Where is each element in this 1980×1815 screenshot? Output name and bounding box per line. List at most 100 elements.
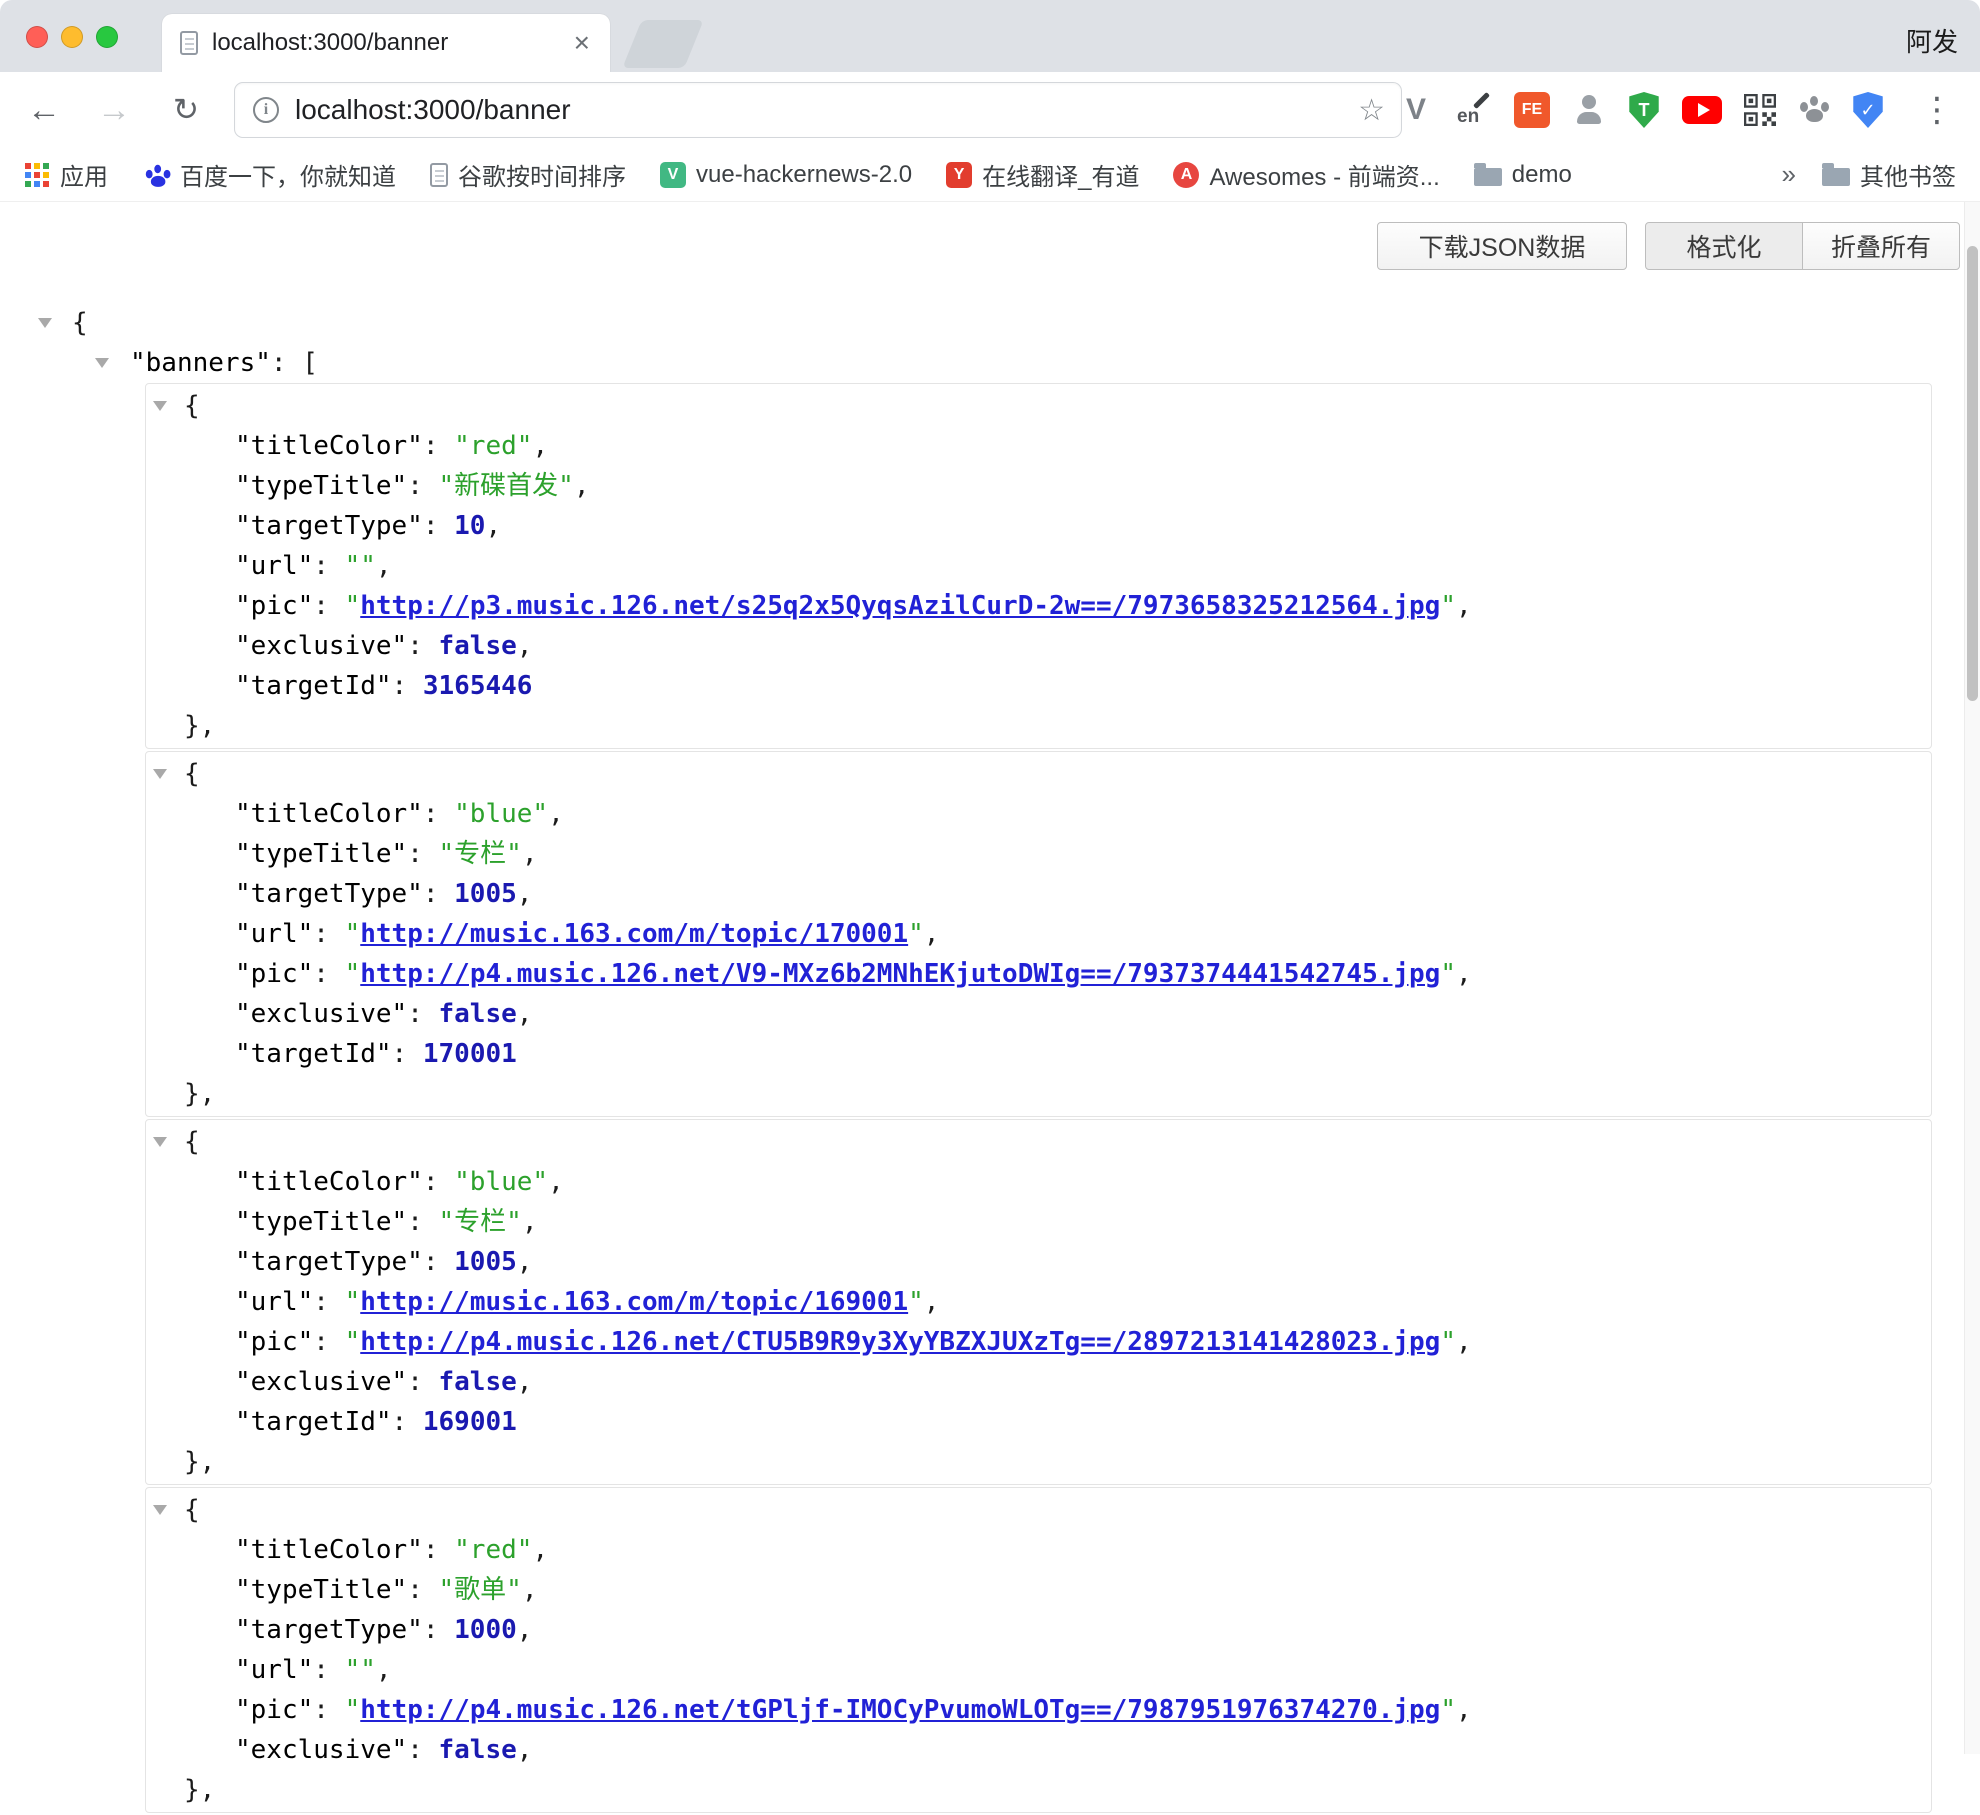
json-token: : — [407, 471, 438, 501]
bookmark-star-icon[interactable]: ☆ — [1358, 93, 1385, 128]
collapse-caret-icon[interactable] — [153, 1137, 167, 1147]
json-bool-value: false — [439, 1735, 517, 1765]
json-link-value[interactable]: http://music.163.com/m/topic/169001 — [360, 1287, 908, 1317]
json-token: , — [517, 1247, 533, 1277]
json-token: , — [517, 1735, 533, 1765]
json-token: : — [392, 1407, 423, 1437]
url-text[interactable]: localhost:3000/banner — [295, 94, 1358, 126]
json-link-value[interactable]: http://p4.music.126.net/CTU5B9R9y3XyYBZX… — [360, 1327, 1440, 1357]
json-banners-line: "banners": [ — [0, 343, 1960, 383]
back-button[interactable]: ← — [20, 72, 68, 148]
json-object-open-line: { — [146, 754, 1931, 794]
json-token: , — [376, 1655, 392, 1685]
json-property-titleColor: "titleColor": "red", — [146, 426, 1931, 466]
bookmark-awesomes[interactable]: A Awesomes - 前端资... — [1173, 157, 1439, 192]
security-shield-check-icon[interactable]: ✓ — [1852, 92, 1884, 128]
collapse-caret-icon[interactable] — [153, 401, 167, 411]
profile-name[interactable]: 阿发 — [1906, 22, 1958, 59]
json-token: : — [313, 1287, 344, 1317]
collapse-caret-icon[interactable] — [38, 318, 52, 328]
window-zoom-button[interactable] — [96, 26, 118, 48]
tab-favicon-page-icon — [180, 31, 198, 55]
json-property-targetId: "targetId": 3165446 — [146, 666, 1931, 706]
forward-button[interactable]: → — [90, 72, 138, 148]
json-link-value[interactable]: http://p4.music.126.net/V9-MXz6b2MNhEKju… — [360, 959, 1440, 989]
json-key: "titleColor" — [235, 799, 423, 829]
json-property-url: "url": "", — [146, 546, 1931, 586]
json-token: : — [407, 1367, 438, 1397]
translate-extension-icon[interactable]: en — [1456, 92, 1492, 128]
collapse-caret-icon[interactable] — [153, 769, 167, 779]
youtube-extension-icon[interactable] — [1682, 96, 1722, 124]
download-json-button[interactable]: 下载JSON数据 — [1377, 222, 1627, 270]
json-property-targetType: "targetType": 1005, — [146, 874, 1931, 914]
format-button[interactable]: 格式化 — [1645, 222, 1803, 270]
json-property-typeTitle: "typeTitle": "新碟首发", — [146, 466, 1931, 506]
json-token: " — [345, 919, 361, 949]
json-token: : — [407, 1207, 438, 1237]
bookmark-baidu[interactable]: 百度一下，你就知道 — [142, 157, 396, 192]
bookmarks-overflow-chevron-icon[interactable]: » — [1782, 159, 1796, 190]
address-bar[interactable]: localhost:3000/banner ☆ — [234, 82, 1402, 138]
bookmark-apps[interactable]: 应用 — [24, 157, 108, 192]
json-token: , — [532, 431, 548, 461]
window-minimize-button[interactable] — [61, 26, 83, 48]
json-string-value: "blue" — [454, 799, 548, 829]
bookmark-label: 谷歌按时间排序 — [458, 157, 626, 192]
json-property-url: "url": "http://music.163.com/m/topic/170… — [146, 914, 1931, 954]
collapse-caret-icon[interactable] — [153, 1505, 167, 1515]
new-tab-button[interactable] — [622, 20, 703, 68]
json-property-pic: "pic": "http://p4.music.126.net/tGPljf-I… — [146, 1690, 1931, 1730]
bookmark-google-sort[interactable]: 谷歌按时间排序 — [430, 157, 626, 192]
json-link-value[interactable]: http://p3.music.126.net/s25q2x5QyqsAzilC… — [360, 591, 1440, 621]
json-key: "pic" — [235, 959, 313, 989]
browser-toolbar: ← → ↻ localhost:3000/banner ☆ V en FE T … — [0, 72, 1980, 148]
json-link-value[interactable]: http://p4.music.126.net/tGPljf-IMOCyPvum… — [360, 1695, 1440, 1725]
json-number-value: 1005 — [454, 1247, 517, 1277]
bookmark-label: 应用 — [60, 157, 108, 192]
json-key: "url" — [235, 919, 313, 949]
page-info-icon[interactable] — [253, 97, 279, 123]
json-number-value: 3165446 — [423, 671, 533, 701]
reload-button[interactable]: ↻ — [162, 72, 210, 148]
browser-menu-icon[interactable]: ⋮ — [1920, 72, 1954, 148]
fe-extension-icon[interactable]: FE — [1514, 92, 1550, 128]
json-token: , — [485, 511, 501, 541]
json-token: : — [423, 1615, 454, 1645]
scrollbar[interactable] — [1964, 202, 1980, 1754]
window-close-button[interactable] — [26, 26, 48, 48]
json-link-value[interactable]: http://music.163.com/m/topic/170001 — [360, 919, 908, 949]
json-token: " — [908, 1287, 924, 1317]
collapse-all-button[interactable]: 折叠所有 — [1802, 222, 1960, 270]
bookmark-vue-hackernews[interactable]: V vue-hackernews-2.0 — [660, 161, 912, 189]
json-token: , — [1456, 591, 1472, 621]
json-token: , — [517, 879, 533, 909]
json-token: : — [407, 839, 438, 869]
json-property-exclusive: "exclusive": false, — [146, 626, 1931, 666]
json-token: : — [407, 1575, 438, 1605]
json-key: "targetType" — [235, 1247, 423, 1277]
awesomes-icon: A — [1173, 162, 1199, 188]
json-token: : — [423, 1535, 454, 1565]
browser-tab[interactable]: localhost:3000/banner × — [162, 14, 610, 72]
tab-close-icon[interactable]: × — [572, 29, 592, 57]
tampermonkey-shield-icon[interactable]: T — [1628, 92, 1660, 128]
bookmark-label: 百度一下，你就知道 — [180, 157, 396, 192]
json-token: : — [313, 1327, 344, 1357]
other-bookmarks-label: 其他书签 — [1860, 157, 1956, 192]
vimium-extension-icon[interactable]: V — [1398, 93, 1434, 127]
scrollbar-thumb[interactable] — [1967, 246, 1978, 701]
json-key: "exclusive" — [235, 631, 407, 661]
bookmark-youdao-translate[interactable]: Y 在线翻译_有道 — [946, 157, 1139, 192]
json-object-close-line: }, — [146, 1770, 1931, 1810]
bookmarks-right-group: » 其他书签 — [1782, 157, 1956, 192]
bookmark-demo-folder[interactable]: demo — [1474, 161, 1572, 189]
other-bookmarks[interactable]: 其他书签 — [1822, 157, 1956, 192]
json-token: : — [313, 959, 344, 989]
collapse-caret-icon[interactable] — [95, 358, 109, 368]
qr-code-extension-icon[interactable] — [1744, 94, 1776, 126]
json-open-brace: { — [72, 308, 88, 338]
paw-extension-icon[interactable] — [1798, 94, 1830, 126]
qr-code-glyph — [1744, 94, 1776, 126]
anonymous-user-extension-icon[interactable] — [1572, 93, 1606, 127]
